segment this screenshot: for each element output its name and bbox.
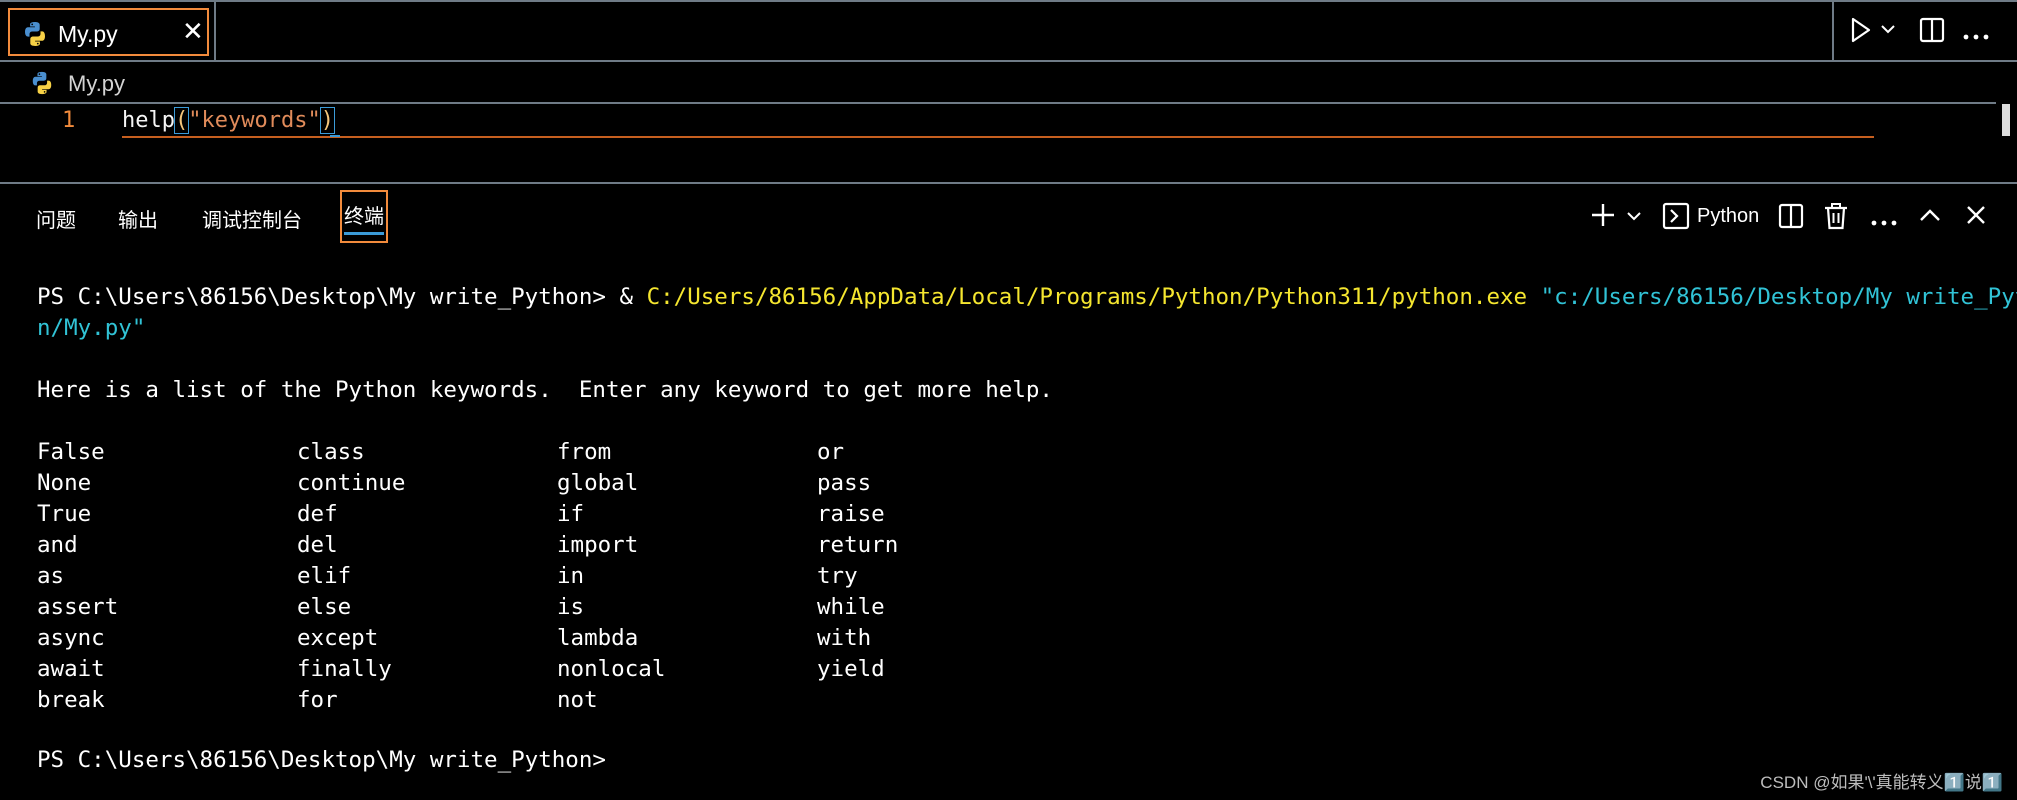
keyword-cell: as: [37, 563, 65, 589]
keyword-cell: or: [817, 439, 845, 465]
keyword-cell: if: [557, 501, 585, 527]
keyword-cell: break: [37, 687, 105, 713]
keyword-cell: except: [297, 625, 379, 651]
keyword-cell: return: [817, 532, 899, 558]
keyword-row: and del import return: [37, 530, 1077, 561]
keyword-cell: yield: [817, 656, 885, 682]
new-terminal-icon[interactable]: [1590, 202, 1616, 233]
code-token-function: help: [122, 108, 175, 133]
terminal-intro-text: Here is a list of the Python keywords. E…: [37, 377, 1053, 403]
terminal-prompt: PS C:\Users\86156\Desktop\My write_Pytho…: [37, 284, 620, 310]
keyword-cell: import: [557, 532, 639, 558]
code-token-open-paren: (: [173, 107, 190, 134]
more-actions-icon[interactable]: [1962, 28, 1990, 46]
breadcrumb: My.py: [0, 62, 2017, 102]
editor-tab-my-py[interactable]: My.py ✕: [8, 8, 209, 56]
keyword-cell: def: [297, 501, 338, 527]
keyword-cell: elif: [297, 563, 352, 589]
keyword-cell: assert: [37, 594, 119, 620]
editor-scrollbar-thumb[interactable]: [2002, 104, 2010, 136]
tab-label: My.py: [58, 21, 118, 47]
terminal-profile-icon[interactable]: [1662, 202, 1690, 235]
keyword-cell: in: [557, 563, 585, 589]
keyword-row: True def if raise: [37, 499, 1077, 530]
keyword-cell: finally: [297, 656, 392, 682]
breadcrumb-file-label[interactable]: My.py: [68, 71, 125, 97]
terminal-output[interactable]: PS C:\Users\86156\Desktop\My write_Pytho…: [37, 282, 2017, 406]
watermark: CSDN @如果'\'真能转义1️⃣说1️⃣: [1760, 773, 2003, 792]
keyword-row: False class from or: [37, 437, 1077, 468]
keyword-cell: try: [817, 563, 858, 589]
keyword-row: assert else is while: [37, 592, 1077, 623]
keyword-cell: pass: [817, 470, 872, 496]
code-line[interactable]: help("keywords"): [122, 107, 335, 134]
keyword-cell: async: [37, 625, 105, 651]
chevron-down-icon[interactable]: [1626, 209, 1642, 228]
keyword-cell: True: [37, 501, 92, 527]
chevron-down-icon[interactable]: [1880, 22, 1896, 41]
terminal-script-arg: "c:/Users/86156/Desktop/My write_Pytho: [1527, 284, 2017, 310]
keyword-cell: raise: [817, 501, 885, 527]
keyword-cell: is: [557, 594, 585, 620]
keyword-cell: while: [817, 594, 885, 620]
tab-divider: [214, 2, 216, 62]
python-file-icon: [30, 71, 54, 100]
tab-debug-console[interactable]: 调试控制台: [202, 204, 302, 233]
keyword-cell: and: [37, 532, 78, 558]
more-actions-icon[interactable]: [1870, 214, 1898, 232]
keyword-cell: del: [297, 532, 338, 558]
panel-header: 问题 输出 调试控制台 终端 Python: [0, 184, 2017, 248]
terminal-profile-label[interactable]: Python: [1697, 205, 1759, 228]
keyword-row: None continue global pass: [37, 468, 1077, 499]
keyword-cell: not: [557, 687, 598, 713]
keyword-row: break for not: [37, 685, 1077, 716]
keyword-cell: for: [297, 687, 338, 713]
text-cursor: [330, 107, 340, 137]
code-editor[interactable]: 1 help("keywords"): [0, 104, 2017, 182]
keyword-cell: continue: [297, 470, 406, 496]
keyword-row: await finally nonlocal yield: [37, 654, 1077, 685]
editor-tab-bar: My.py ✕: [0, 0, 2017, 62]
terminal-ampersand: &: [619, 284, 647, 310]
tab-terminal[interactable]: 终端: [340, 190, 388, 243]
line-number: 1: [62, 108, 76, 133]
maximize-panel-icon[interactable]: [1918, 206, 1942, 229]
keyword-cell: nonlocal: [557, 656, 666, 682]
code-token-string: "keywords": [188, 108, 321, 133]
tab-terminal-label: 终端: [344, 206, 384, 228]
run-icon[interactable]: [1848, 16, 1874, 49]
close-panel-icon[interactable]: [1965, 204, 1987, 231]
keyword-cell: else: [297, 594, 352, 620]
active-tab-underline: [344, 232, 384, 235]
keyword-cell: global: [557, 470, 639, 496]
split-terminal-icon[interactable]: [1777, 202, 1805, 235]
keyword-row: as elif in try: [37, 561, 1077, 592]
current-line-highlight: [122, 136, 1874, 138]
keyword-table: False class from or None continue global pass Tr…: [37, 437, 1077, 716]
keyword-cell: await: [37, 656, 105, 682]
tab-output[interactable]: 输出: [118, 204, 158, 233]
keyword-cell: None: [37, 470, 92, 496]
keyword-cell: lambda: [557, 625, 639, 651]
terminal-final-prompt: PS C:\Users\86156\Desktop\My write_Pytho…: [37, 747, 620, 773]
keyword-cell: class: [297, 439, 365, 465]
keyword-cell: False: [37, 439, 105, 465]
terminal-script-arg-wrap: n/My.py": [37, 315, 146, 341]
python-file-icon: [22, 21, 48, 52]
keyword-row: async except lambda with: [37, 623, 1077, 654]
tab-problems[interactable]: 问题: [36, 204, 76, 233]
close-icon[interactable]: ✕: [182, 18, 204, 44]
terminal-exe-path: C:/Users/86156/AppData/Local/Programs/Py…: [646, 284, 1528, 310]
keyword-cell: from: [557, 439, 612, 465]
actions-divider: [1832, 2, 1834, 62]
trash-icon[interactable]: [1823, 202, 1849, 235]
keyword-cell: with: [817, 625, 872, 651]
split-editor-icon[interactable]: [1918, 16, 1946, 49]
